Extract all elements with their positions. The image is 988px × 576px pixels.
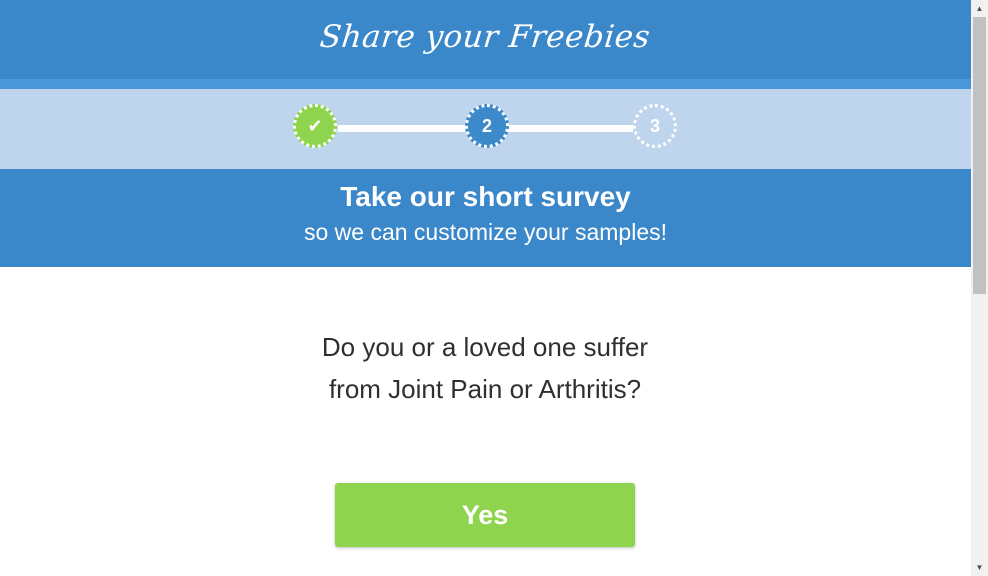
- page: Share your Freebies ✔ 2 3 Take our short…: [0, 0, 971, 576]
- step-2-current: 2: [465, 104, 509, 148]
- step-3-upcoming: 3: [633, 104, 677, 148]
- scroll-down-arrow-icon[interactable]: ▼: [971, 559, 988, 576]
- header-divider: [0, 79, 971, 89]
- step-3-number: 3: [649, 116, 660, 136]
- scroll-thumb[interactable]: [973, 17, 986, 294]
- survey-question: Do you or a loved one suffer from Joint …: [321, 332, 649, 404]
- vertical-scrollbar[interactable]: ▲ ▼: [971, 0, 988, 576]
- step-1-complete: ✔: [293, 104, 337, 148]
- survey-banner: Take our short survey so we can customiz…: [0, 169, 971, 267]
- site-logo: Share your Freebies: [318, 18, 653, 55]
- checkmark-icon: ✔: [307, 116, 323, 136]
- step-2-number: 2: [481, 116, 492, 136]
- scroll-up-arrow-icon[interactable]: ▲: [971, 0, 988, 17]
- site-header: Share your Freebies: [0, 0, 971, 79]
- yes-button[interactable]: Yes: [335, 483, 635, 547]
- banner-subtitle: so we can customize your samples!: [303, 219, 668, 245]
- banner-title: Take our short survey: [340, 181, 631, 212]
